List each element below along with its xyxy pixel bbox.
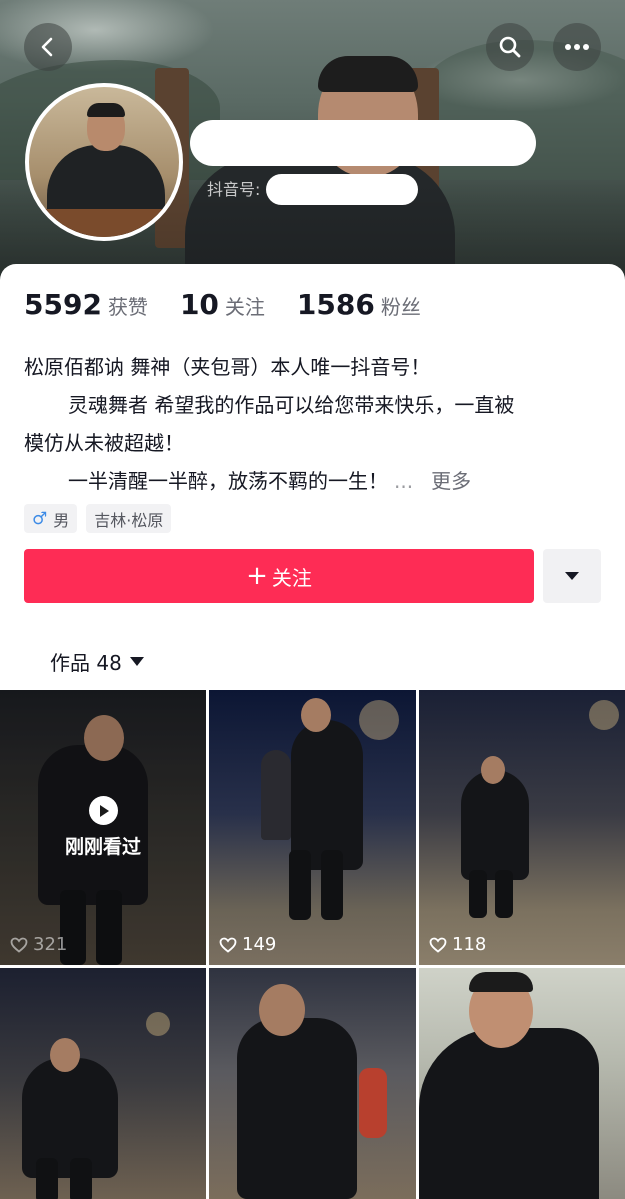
follow-label: 关注 xyxy=(271,565,312,590)
gender-tag: ♂ 男 xyxy=(24,504,78,533)
profile-card: 5592 获赞 10 关注 1586 粉丝 松原佰都讷 舞神（夹包哥）本人唯一抖… xyxy=(0,264,625,690)
play-icon xyxy=(89,796,118,825)
caret-down-icon xyxy=(565,572,579,580)
username-redacted xyxy=(190,120,536,166)
bio-line-text: 一半清醒一半醉，放荡不羁的一生！ xyxy=(68,469,388,493)
likes-label: 获赞 xyxy=(107,295,148,319)
plus-icon: + xyxy=(246,561,268,591)
video-likes-count: 321 xyxy=(33,934,68,955)
stat-followers[interactable]: 1586 粉丝 xyxy=(297,288,421,321)
heart-icon xyxy=(10,937,28,953)
video-likes: 118 xyxy=(429,934,486,955)
search-button[interactable] xyxy=(486,23,534,71)
cover-person-hair xyxy=(318,56,418,92)
video-thumbnail[interactable]: 118 xyxy=(419,690,625,965)
bio: 松原佰都讷 舞神（夹包哥）本人唯一抖音号！ 灵魂舞者 希望我的作品可以给您带来快… xyxy=(24,348,604,500)
bio-line: 松原佰都讷 舞神（夹包哥）本人唯一抖音号！ xyxy=(24,355,431,379)
more-icon xyxy=(565,44,589,50)
search-icon xyxy=(499,36,521,58)
video-grid: 刚刚看过 321 149 118 xyxy=(0,690,625,1199)
bio-line: 一半清醒一半醉，放荡不羁的一生！... 更多 xyxy=(24,462,604,500)
following-count: 10 xyxy=(179,288,219,321)
works-label: 作品 48 xyxy=(50,651,122,675)
heart-icon xyxy=(429,937,447,953)
tab-works[interactable]: 作品 48 xyxy=(50,647,144,676)
account-id-label: 抖音号: xyxy=(207,180,261,199)
profile-tags: ♂ 男 吉林·松原 xyxy=(24,504,180,533)
video-likes-count: 149 xyxy=(242,934,277,955)
bio-line: 灵魂舞者 希望我的作品可以给您带来快乐，一直被 xyxy=(68,393,515,417)
likes-count: 5592 xyxy=(24,288,102,321)
bio-ellipsis: ... xyxy=(394,469,414,493)
followers-label: 粉丝 xyxy=(380,295,421,319)
gender-label: 男 xyxy=(53,510,70,530)
back-icon xyxy=(41,37,53,57)
male-icon: ♂ xyxy=(32,508,48,529)
follow-button[interactable]: + 关注 xyxy=(24,549,534,603)
more-button[interactable] xyxy=(553,23,601,71)
location-tag: 吉林·松原 xyxy=(86,504,172,533)
stat-following[interactable]: 10 关注 xyxy=(180,288,265,321)
video-likes-count: 118 xyxy=(452,934,487,955)
back-button[interactable] xyxy=(24,23,72,71)
recommend-dropdown-button[interactable] xyxy=(543,549,601,603)
recently-watched-label: 刚刚看过 xyxy=(64,836,141,858)
stats-row: 5592 获赞 10 关注 1586 粉丝 xyxy=(24,288,453,321)
avatar[interactable] xyxy=(25,83,183,241)
video-thumbnail[interactable]: 刚刚看过 321 xyxy=(0,690,206,965)
video-thumbnail[interactable] xyxy=(419,968,625,1199)
video-thumbnail[interactable]: 149 xyxy=(209,690,416,965)
bio-more-link[interactable]: 更多 xyxy=(431,469,471,493)
stat-likes: 5592 获赞 xyxy=(24,288,148,321)
caret-down-icon xyxy=(129,657,144,666)
video-likes: 149 xyxy=(219,934,276,955)
followers-count: 1586 xyxy=(296,288,375,321)
video-thumbnail[interactable] xyxy=(209,968,416,1199)
video-likes: 321 xyxy=(10,934,67,955)
bio-line: 模仿从未被超越！ xyxy=(24,431,184,455)
heart-icon xyxy=(219,937,237,953)
account-id-redacted xyxy=(266,174,418,205)
location-label: 吉林·松原 xyxy=(94,510,164,530)
following-label: 关注 xyxy=(224,295,265,319)
video-thumbnail[interactable] xyxy=(0,968,206,1199)
